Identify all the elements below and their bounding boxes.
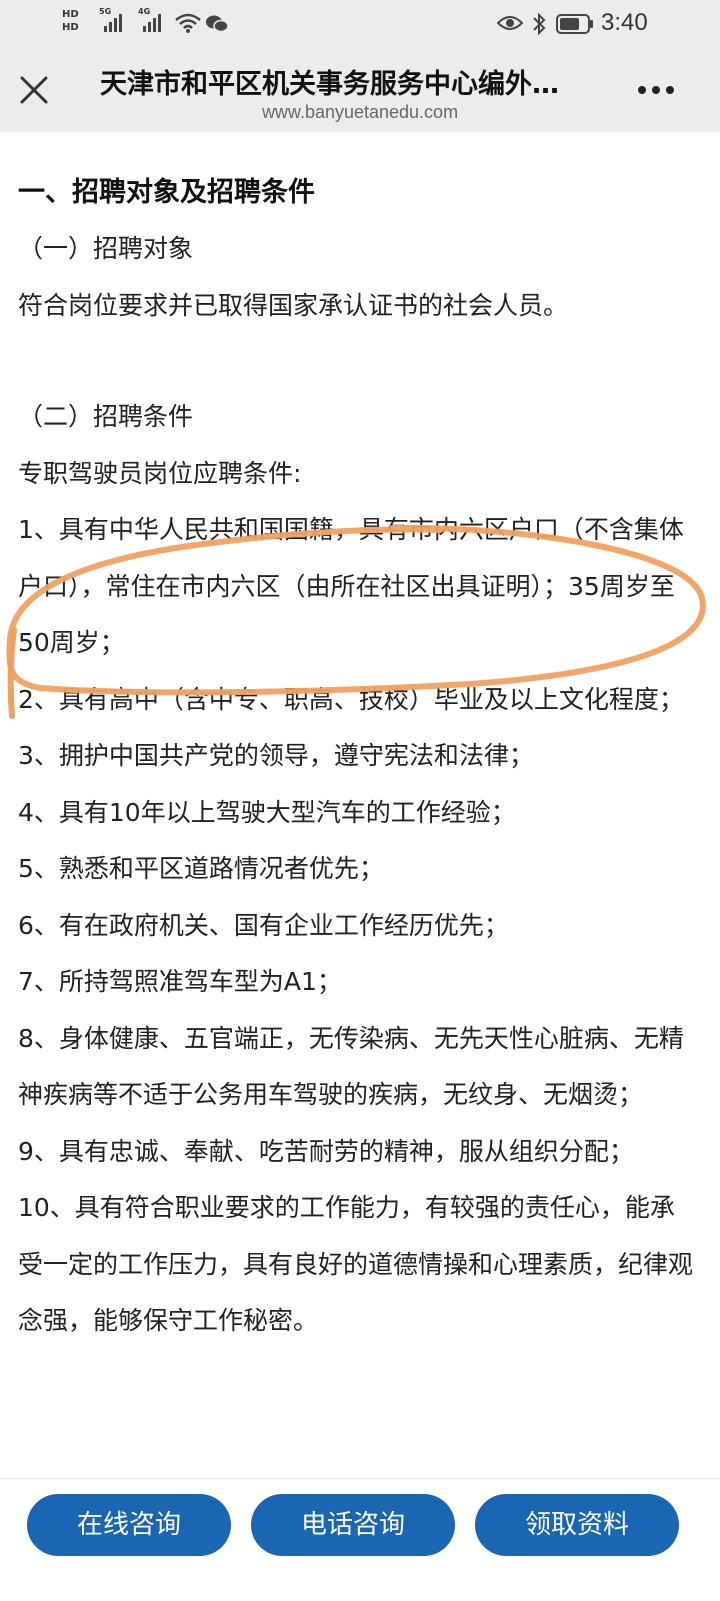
article-body: 一、招聘对象及招聘条件 （一）招聘对象 符合岗位要求并已取得国家承认证书的社会人… [18,160,698,1350]
page-url: www.banyuetanedu.com [261,102,459,122]
paragraph-intro: 专职驾驶员岗位应聘条件: [18,458,302,488]
list-item: 1、具有中华人民共和国国籍，具有市内六区户口（不含集体户口），常住在市内六区（由… [18,515,684,657]
list-item: 10、具有符合职业要求的工作能力，有较强的责任心，能承受一定的工作压力，具有良好… [18,1193,694,1335]
bottom-action-bar: 在线咨询 电话咨询 领取资料 [0,1478,720,1601]
close-icon [20,76,48,104]
signal-icon [104,14,122,32]
list-item: 2、具有高中（含中专、职高、技校）毕业及以上文化程度； [18,684,684,714]
list-item: 4、具有10年以上驾驶大型汽车的工作经验； [18,797,516,827]
list-item: 9、具有忠诚、奉献、吃苦耐劳的精神，服从组织分配； [18,1136,634,1166]
subheading-conditions: （二）招聘条件 [18,402,194,431]
list-item: 8、身体健康、五官端正，无传染病、无先天性心脏病、无精神疾病等不适于公务用车驾驶… [18,1023,684,1110]
title-bar: 天津市和平区机关事务服务中心编外… www.banyuetanedu.com [0,50,720,132]
eye-icon [497,16,523,30]
list-item: 7、所持驾照准驾车型为A1； [18,967,342,996]
get-materials-button[interactable]: 领取资料 [475,1494,679,1556]
hd-indicator: HD HD [62,9,79,33]
online-consult-button[interactable]: 在线咨询 [27,1494,231,1556]
battery-icon [556,14,593,34]
section-heading: 一、招聘对象及招聘条件 [18,177,315,208]
status-time: 3:40 [601,9,648,36]
wechat-icon [206,15,229,33]
more-button[interactable] [632,80,682,100]
list-item: 6、有在政府机关、国有企业工作经历优先； [18,910,509,940]
signal-icon [143,14,161,32]
close-button[interactable] [14,70,54,110]
list-item: 5、熟悉和平区道路情况者优先； [18,854,384,883]
wifi-icon [175,13,201,33]
bluetooth-icon [533,12,546,36]
status-bar: HD HD 5G 4G 3:40 [0,0,720,50]
paragraph-target: 符合岗位要求并已取得国家承认证书的社会人员。 [18,290,569,320]
page-title: 天津市和平区机关事务服务中心编外… [100,69,559,100]
list-item: 3、拥护中国共产党的领导，遵守宪法和法律； [18,741,534,770]
subheading-target: （一）招聘对象 [18,234,194,263]
more-icon [638,86,674,94]
phone-consult-button[interactable]: 电话咨询 [251,1494,455,1556]
